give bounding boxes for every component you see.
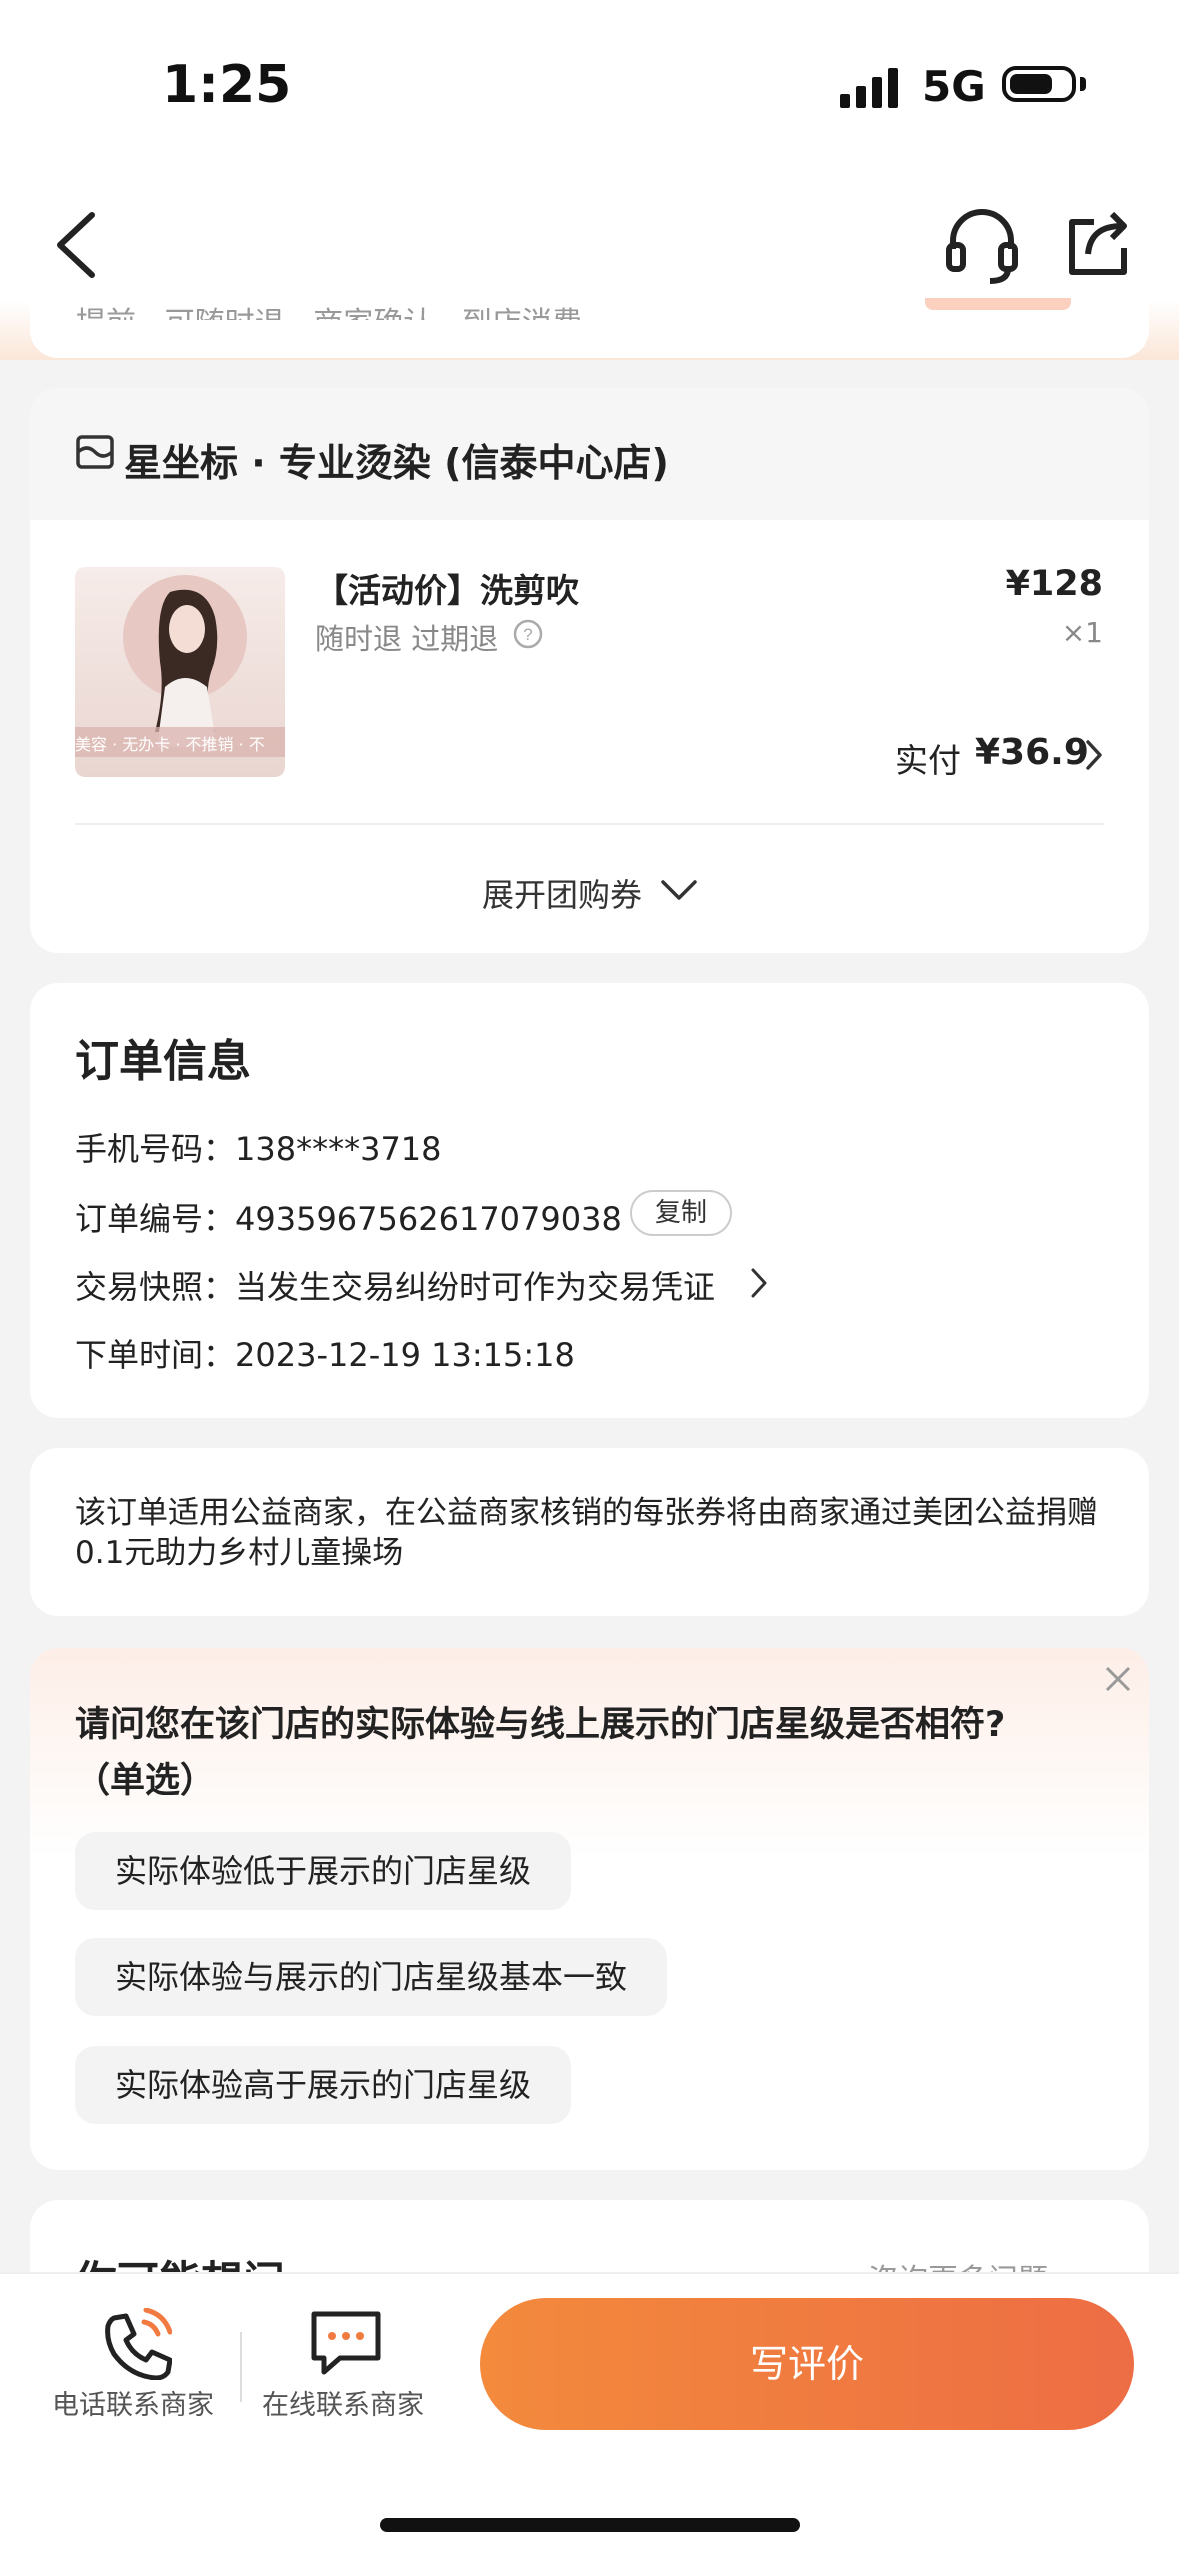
chevron-down-icon[interactable] bbox=[660, 878, 698, 902]
product-title[interactable]: 【活动价】洗剪吹 bbox=[315, 564, 579, 612]
product-quantity: ×1 bbox=[1061, 616, 1103, 649]
product-image[interactable]: 美容 · 无办卡 · 不推销 · 不 bbox=[75, 567, 285, 777]
survey-option-same[interactable]: 实际体验与展示的门店星级基本一致 bbox=[75, 1938, 668, 2016]
expand-vouchers-button[interactable]: 展开团购券 bbox=[482, 870, 642, 916]
svg-text:?: ? bbox=[523, 625, 532, 644]
share-icon[interactable] bbox=[1066, 208, 1132, 278]
copy-button[interactable]: 复制 bbox=[630, 1190, 732, 1236]
product-image-caption: 美容 · 无办卡 · 不推销 · 不 bbox=[75, 735, 265, 754]
divider bbox=[240, 2332, 242, 2402]
order-info-title: 订单信息 bbox=[75, 1036, 251, 1087]
write-review-button[interactable]: 写评价 bbox=[480, 2298, 1134, 2430]
online-contact-label[interactable]: 在线联系商家 bbox=[262, 2383, 424, 2422]
refund-policy: 随时退 过期退 bbox=[315, 622, 499, 656]
product-price: ¥128 bbox=[1005, 564, 1103, 604]
survey-option-lower[interactable]: 实际体验低于展示的门店星级 bbox=[75, 1832, 572, 1910]
survey-question: 请问您在该门店的实际体验与线上展示的门店星级是否相符?（单选） bbox=[75, 1705, 1006, 1801]
order-phone: 手机号码：138****3718 bbox=[75, 1130, 442, 1168]
chevron-right-icon[interactable] bbox=[1082, 738, 1106, 772]
order-time: 下单时间：2023-12-19 13:15:18 bbox=[75, 1336, 575, 1374]
survey-option-higher[interactable]: 实际体验高于展示的门店星级 bbox=[75, 2046, 572, 2124]
help-icon[interactable]: ? bbox=[513, 619, 543, 649]
phone-icon[interactable] bbox=[100, 2308, 172, 2380]
store-name[interactable]: 星坐标 · 专业烫染 (信泰中心店) bbox=[124, 432, 669, 487]
battery-tip bbox=[1080, 77, 1086, 91]
order-number: 订单编号：4935967562617079038 bbox=[75, 1200, 622, 1238]
order-snapshot[interactable]: 交易快照：当发生交易纠纷时可作为交易凭证 bbox=[75, 1262, 715, 1308]
customer-service-icon[interactable] bbox=[945, 205, 1019, 285]
paid-amount[interactable]: ¥36.9 bbox=[975, 732, 1089, 773]
charity-text: 该订单适用公益商家，在公益商家核销的每张券将由商家通过美团公益捐赠 0.1元助力… bbox=[75, 1495, 1098, 1571]
phone-contact-label[interactable]: 电话联系商家 bbox=[52, 2383, 214, 2422]
back-arrow-icon[interactable] bbox=[50, 210, 100, 280]
top-card-text: 提前 · 可随时退 · 商家确认 · 到店消费 bbox=[76, 298, 582, 320]
network-label: 5G bbox=[922, 62, 986, 111]
home-indicator bbox=[380, 2518, 800, 2532]
chevron-right-icon[interactable] bbox=[748, 1266, 770, 1300]
top-card-button[interactable] bbox=[925, 298, 1071, 310]
store-icon bbox=[76, 435, 114, 469]
paid-label[interactable]: 实付 bbox=[895, 734, 961, 782]
status-time: 1:25 bbox=[162, 55, 292, 115]
battery-icon bbox=[1002, 66, 1076, 102]
divider bbox=[75, 823, 1104, 825]
chat-icon[interactable] bbox=[310, 2310, 382, 2376]
signal-icon bbox=[840, 68, 898, 108]
close-icon[interactable] bbox=[1103, 1664, 1133, 1694]
